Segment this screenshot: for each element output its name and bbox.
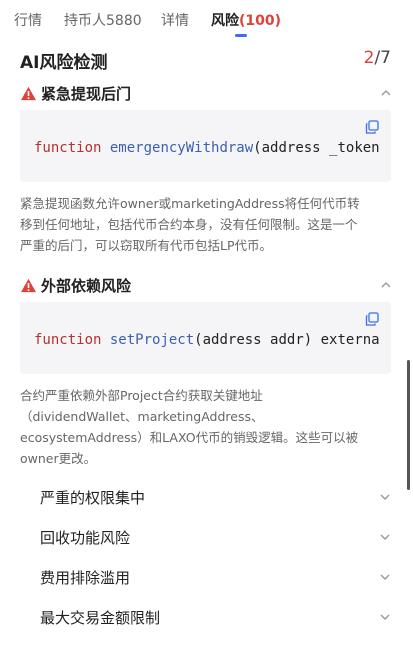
- copy-icon[interactable]: [365, 312, 379, 326]
- warning-icon: [21, 278, 36, 292]
- desc-line: owner更改。: [20, 451, 97, 466]
- chevron-down-icon: [380, 574, 390, 580]
- code-function-name: setProject: [109, 332, 195, 348]
- chevron-up-icon[interactable]: [381, 88, 391, 98]
- chevron-up-icon[interactable]: [381, 280, 391, 290]
- code-line: function emergencyWithdraw(address _toke…: [34, 140, 380, 156]
- copy-icon[interactable]: [365, 120, 379, 134]
- chevron-down-icon: [380, 494, 390, 500]
- desc-line: 移到任何地址，包括代币合约本身，没有任何限制。这是一个: [20, 217, 358, 232]
- tab-bar: 行情 持币人5880 详情 风险(100): [0, 0, 413, 40]
- pager-total: /7: [374, 48, 391, 68]
- section-title: AI风险检测: [20, 53, 108, 73]
- code-line: function setProject(address addr) extern…: [34, 332, 380, 348]
- risk-pager: 2/7: [364, 48, 391, 68]
- risk-title: 外部依赖风险: [41, 276, 132, 295]
- collapsed-risk-label: 费用排除滥用: [40, 569, 131, 587]
- risk-header-emergency-withdraw[interactable]: 紧急提现后门: [20, 82, 131, 104]
- desc-line: 合约严重依赖外部Project合约获取关键地址: [20, 388, 263, 403]
- collapsed-risk-item[interactable]: 回收功能风险: [20, 518, 392, 558]
- code-keyword: function: [34, 332, 102, 348]
- tab-details[interactable]: 详情: [161, 10, 189, 30]
- risk-description: 紧急提现函数允许owner或marketingAddress将任何代币转 移到任…: [20, 193, 392, 256]
- tab-risk-label: 风险: [211, 13, 239, 29]
- desc-line: （dividendWallet、marketingAddress、: [20, 409, 264, 424]
- chevron-down-icon: [380, 534, 390, 540]
- collapsed-risk-item[interactable]: 严重的权限集中: [20, 478, 392, 518]
- scrollbar[interactable]: [407, 360, 410, 490]
- warning-icon: [21, 86, 36, 100]
- collapsed-risk-label: 严重的权限集中: [40, 489, 146, 507]
- code-function-name: emergencyWithdraw: [109, 140, 254, 156]
- code-rest: (address addr) externa: [194, 332, 380, 348]
- collapsed-risk-label: 回收功能风险: [40, 529, 131, 547]
- code-block: function emergencyWithdraw(address _toke…: [20, 110, 391, 182]
- tab-market[interactable]: 行情: [14, 10, 42, 30]
- code-keyword: function: [34, 140, 102, 156]
- tab-risk[interactable]: 风险(100): [211, 10, 281, 30]
- desc-line: 紧急提现函数允许owner或marketingAddress将任何代币转: [20, 196, 360, 211]
- desc-line: 严重的后门，可以窃取所有代币包括LP代币。: [20, 238, 273, 253]
- code-rest: (address _token: [253, 140, 380, 156]
- collapsed-risk-label: 最大交易金额限制: [40, 609, 161, 627]
- collapsed-risk-item[interactable]: 最大交易金额限制: [20, 598, 392, 638]
- active-tab-indicator: [235, 34, 247, 37]
- desc-line: ecosystemAddress）和LAXO代币的销毁逻辑。这些可以被: [20, 430, 359, 445]
- code-block: function setProject(address addr) extern…: [20, 302, 391, 374]
- tab-risk-count: (100): [239, 13, 282, 29]
- risk-header-external-dependency[interactable]: 外部依赖风险: [20, 274, 131, 296]
- collapsed-risk-item[interactable]: 费用排除滥用: [20, 558, 392, 598]
- pager-current: 2: [363, 48, 375, 68]
- chevron-down-icon: [380, 614, 390, 620]
- risk-description: 合约严重依赖外部Project合约获取关键地址 （dividendWallet、…: [20, 385, 392, 469]
- risk-title: 紧急提现后门: [41, 84, 132, 103]
- tab-holders[interactable]: 持币人5880: [64, 10, 142, 30]
